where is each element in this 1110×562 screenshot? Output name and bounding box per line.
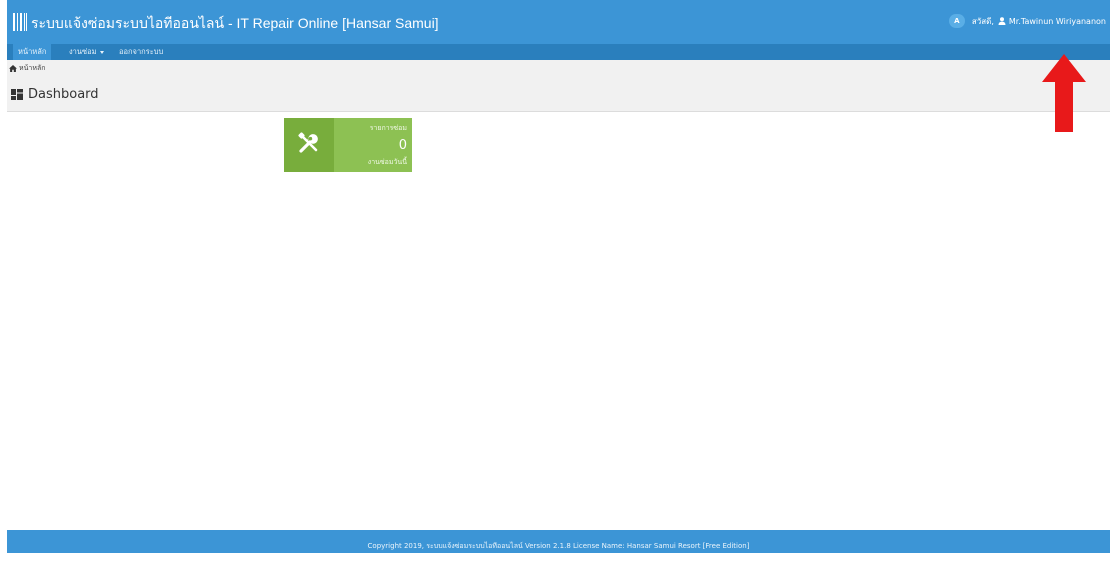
tile-icon-box	[284, 118, 334, 172]
annotation-arrow-icon	[1042, 54, 1086, 136]
user-icon	[998, 17, 1006, 25]
tile-label: รายการซ่อม	[369, 124, 407, 132]
page-title: Dashboard	[11, 87, 99, 102]
barcode-logo-icon	[13, 13, 27, 31]
nav-logout[interactable]: ออกจากระบบ	[114, 44, 168, 60]
footer: Copyright 2019, ระบบแจ้งซ่อมระบบไอทีออนไ…	[7, 530, 1110, 553]
home-icon	[9, 65, 17, 72]
main-nav: หน้าหลัก งานซ่อม ออกจากระบบ	[7, 44, 1110, 60]
breadcrumb: หน้าหลัก	[9, 63, 45, 74]
language-badge[interactable]: A	[948, 14, 965, 28]
nav-repair-label: งานซ่อม	[69, 47, 97, 56]
footer-copyright: Copyright 2019, ระบบแจ้งซ่อมระบบไอทีออนไ…	[367, 542, 750, 550]
page-header: หน้าหลัก Dashboard	[7, 60, 1110, 112]
top-header: ระบบแจ้งซ่อมระบบไอทีออนไลน์ - IT Repair …	[7, 0, 1110, 44]
user-area: A สวัสดี, Mr.Tawinun Wiriyananon	[948, 14, 1106, 28]
greeting-text: สวัสดี,	[971, 16, 994, 26]
tile-sublabel: งานซ่อมวันนี้	[367, 158, 407, 166]
app-title: ระบบแจ้งซ่อมระบบไอทีออนไลน์ - IT Repair …	[31, 15, 439, 31]
breadcrumb-home-link[interactable]: หน้าหลัก	[19, 63, 45, 74]
tile-count: 0	[398, 138, 407, 153]
chevron-down-icon	[99, 50, 104, 54]
user-name-link[interactable]: Mr.Tawinun Wiriyananon	[1009, 17, 1106, 26]
nav-home[interactable]: หน้าหลัก	[13, 44, 52, 60]
tools-icon	[297, 131, 321, 159]
repair-today-tile[interactable]: รายการซ่อม 0 งานซ่อมวันนี้	[284, 118, 412, 172]
page-title-text: Dashboard	[28, 87, 99, 102]
app-frame: ระบบแจ้งซ่อมระบบไอทีออนไลน์ - IT Repair …	[7, 0, 1110, 553]
nav-repair-dropdown[interactable]: งานซ่อม	[64, 44, 109, 60]
dashboard-icon	[11, 89, 23, 100]
